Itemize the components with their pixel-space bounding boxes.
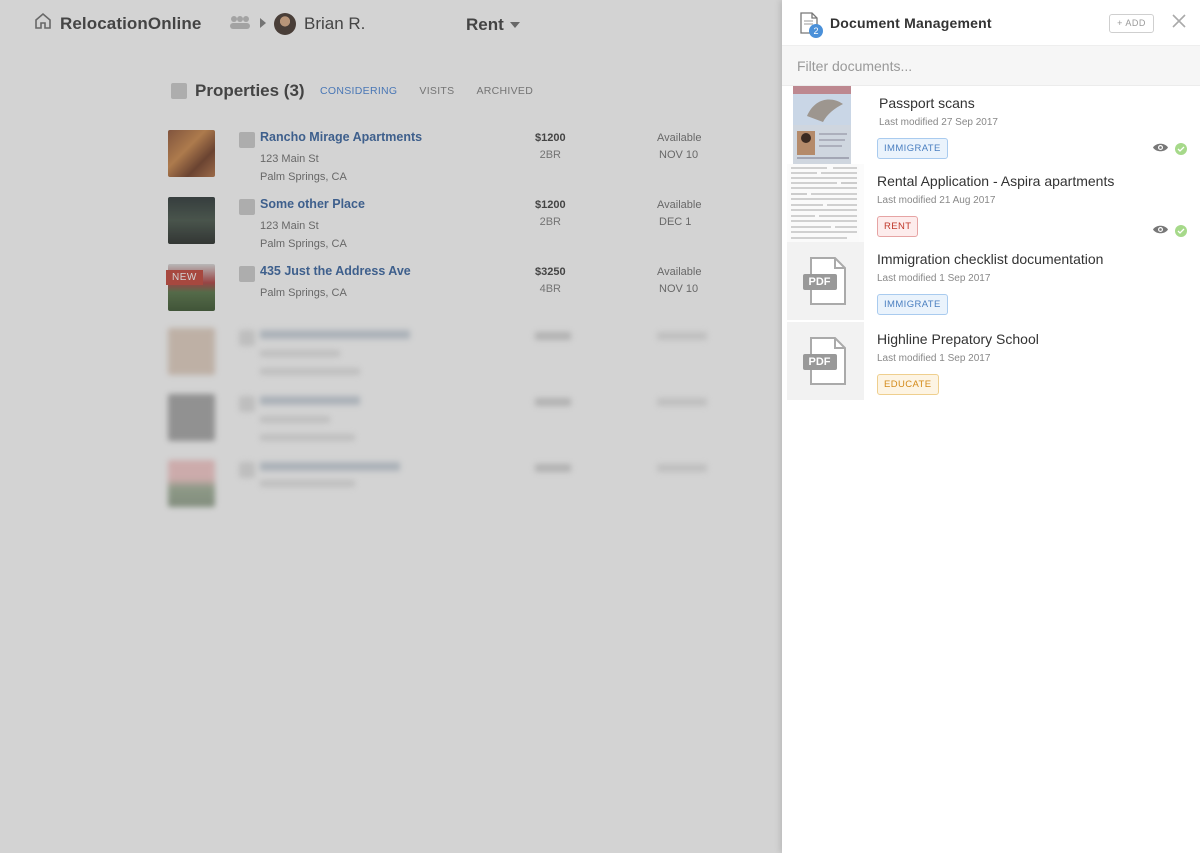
document-modified: Last modified 1 Sep 2017 [877,273,991,284]
pdf-thumbnail[interactable]: PDF [787,322,864,400]
document-tag[interactable]: EDUCATE [877,374,939,395]
pdf-file-icon: PDF [802,256,849,306]
pdf-thumbnail[interactable]: PDF [787,242,864,320]
document-modified: Last modified 27 Sep 2017 [879,117,998,128]
pdf-thumbnail-bg: PDF [787,322,864,400]
eye-icon[interactable] [1152,222,1169,240]
add-document-button[interactable]: + ADD [1109,14,1154,33]
document-icon: 2 [800,12,823,38]
filter-bar [782,46,1200,86]
document-name[interactable]: Passport scans [879,95,975,111]
check-icon [1175,143,1187,155]
document-tag[interactable]: IMMIGRATE [877,294,948,315]
document-modified: Last modified 1 Sep 2017 [877,353,991,364]
document-row[interactable]: PDF Highline Prepatory School Last modif… [782,322,1200,400]
document-tag[interactable]: IMMIGRATE [877,138,948,159]
document-actions [1152,222,1187,240]
document-panel: 2 Document Management + ADD Pa [782,0,1200,853]
document-name[interactable]: Immigration checklist documentation [877,251,1103,267]
modal-backdrop[interactable] [0,0,782,853]
close-icon[interactable] [1172,14,1188,30]
check-icon [1175,225,1187,237]
document-count-badge: 2 [809,24,823,38]
rental-application-thumbnail[interactable] [787,164,864,242]
eye-icon[interactable] [1152,140,1169,158]
document-modified: Last modified 21 Aug 2017 [877,195,996,206]
pdf-label: PDF [808,356,831,368]
document-name[interactable]: Rental Application - Aspira apartments [877,173,1114,189]
panel-title: Document Management [830,15,992,31]
filter-documents-input[interactable] [797,57,1185,74]
panel-header: 2 Document Management + ADD [782,0,1200,46]
document-name[interactable]: Highline Prepatory School [877,331,1039,347]
document-row[interactable]: PDF Immigration checklist documentation … [782,242,1200,322]
document-row[interactable]: Rental Application - Aspira apartments L… [782,164,1200,242]
document-actions [1152,140,1187,158]
passport-thumbnail[interactable] [787,86,864,164]
pdf-label: PDF [808,276,831,288]
pdf-thumbnail-bg: PDF [787,242,864,320]
pdf-file-icon: PDF [802,336,849,386]
document-tag[interactable]: RENT [877,216,919,237]
document-row[interactable]: Passport scans Last modified 27 Sep 2017… [782,86,1200,164]
